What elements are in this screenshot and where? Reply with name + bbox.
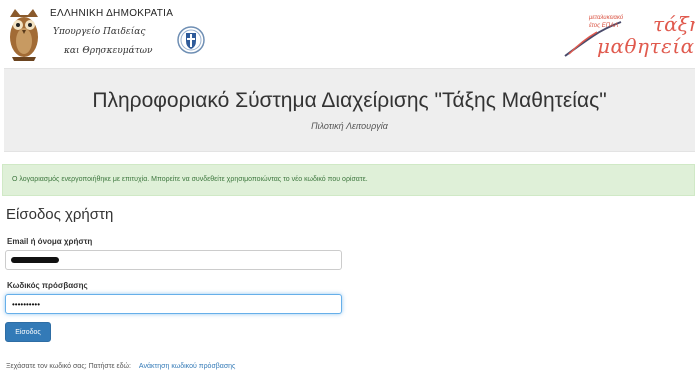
forgot-password-text: Ξεχάσατε τον κωδικό σας; Πατήστε εδώ: bbox=[6, 363, 131, 370]
gov-title: ΕΛΛΗΝΙΚΗ ΔΗΜΟΚΡΑΤΙΑ bbox=[50, 8, 174, 19]
page-title: Πληροφοριακό Σύστημα Διαχείρισης "Τάξης … bbox=[92, 89, 607, 112]
redacted-email-value bbox=[11, 257, 59, 263]
owl-logo-icon bbox=[10, 9, 38, 61]
title-banner: Πληροφοριακό Σύστημα Διαχείρισης "Τάξης … bbox=[4, 68, 695, 152]
password-field[interactable] bbox=[5, 294, 342, 314]
logo-word-2: μαθητείας bbox=[597, 34, 695, 58]
password-label: Κωδικός πρόσβασης bbox=[7, 281, 88, 290]
greek-emblem-icon bbox=[177, 26, 205, 54]
forgot-password-link[interactable]: Ανάκτηση κωδικού πρόσβασης bbox=[139, 363, 236, 370]
login-page: ΕΛΛΗΝΙΚΗ ΔΗΜΟΚΡΑΤΙΑ Υπουργείο Παιδείας κ… bbox=[0, 0, 695, 382]
login-heading: Είσοδος χρήστη bbox=[6, 206, 114, 223]
ministry-line-1: Υπουργείο Παιδείας bbox=[53, 27, 146, 37]
apprenticeship-logo: μεταλυκειακό έτος ΕΠΑΛ τάξη μαθητείας bbox=[563, 12, 695, 62]
logo-small-line-2: έτος ΕΠΑΛ bbox=[589, 23, 619, 29]
logo-small-line-1: μεταλυκειακό bbox=[589, 15, 624, 21]
success-alert: Ο λογαριασμός ενεργοποιήθηκε με επιτυχία… bbox=[2, 164, 695, 196]
logo-word-1: τάξη bbox=[653, 12, 695, 36]
alert-message: Ο λογαριασμός ενεργοποιήθηκε με επιτυχία… bbox=[12, 176, 368, 183]
ministry-line-2: και Θρησκευμάτων bbox=[64, 46, 153, 56]
forgot-password-row: Ξεχάσατε τον κωδικό σας; Πατήστε εδώ: Αν… bbox=[6, 363, 235, 370]
page-subtitle: Πιλοτική Λειτουργία bbox=[311, 121, 388, 131]
login-button[interactable]: Είσοδος bbox=[5, 322, 51, 342]
email-label: Email ή όνομα χρήστη bbox=[7, 237, 93, 246]
top-header: ΕΛΛΗΝΙΚΗ ΔΗΜΟΚΡΑΤΙΑ Υπουργείο Παιδείας κ… bbox=[0, 0, 695, 68]
